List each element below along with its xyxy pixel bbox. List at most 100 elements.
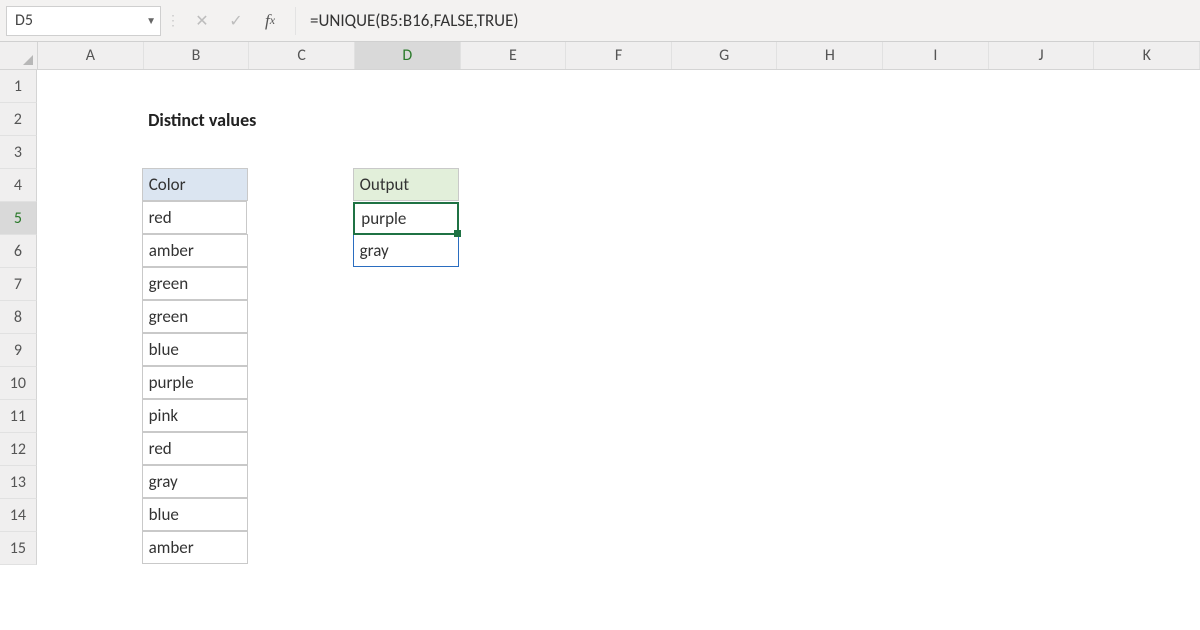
column-header-J[interactable]: J <box>989 42 1095 69</box>
row-header-7[interactable]: 7 <box>0 268 37 301</box>
cell-D3[interactable] <box>354 136 460 169</box>
cell-E3[interactable] <box>460 136 566 169</box>
cell-F5[interactable] <box>565 202 671 235</box>
cell-G13[interactable] <box>671 466 777 499</box>
cell-D6[interactable]: gray <box>353 234 459 267</box>
cell-D4[interactable]: Output <box>353 168 459 201</box>
column-header-G[interactable]: G <box>672 42 778 69</box>
cell-I9[interactable] <box>882 334 988 367</box>
cell-A8[interactable] <box>37 301 143 334</box>
row-header-14[interactable]: 14 <box>0 499 37 532</box>
cell-K12[interactable] <box>1094 433 1200 466</box>
cell-D8[interactable] <box>353 301 459 334</box>
cell-I2[interactable] <box>884 103 989 136</box>
cell-C3[interactable] <box>248 136 354 169</box>
cell-K13[interactable] <box>1094 466 1200 499</box>
column-header-C[interactable]: C <box>249 42 355 69</box>
cancel-icon[interactable]: ✕ <box>185 6 219 36</box>
cell-C13[interactable] <box>248 466 354 499</box>
cell-K7[interactable] <box>1094 268 1200 301</box>
cell-F13[interactable] <box>565 466 671 499</box>
cell-E7[interactable] <box>459 268 565 301</box>
cell-B11[interactable]: pink <box>142 399 248 432</box>
row-header-5[interactable]: 5 <box>0 202 37 235</box>
cell-F10[interactable] <box>565 367 671 400</box>
cell-A13[interactable] <box>37 466 143 499</box>
cell-K1[interactable] <box>1094 70 1200 103</box>
cell-J1[interactable] <box>989 70 1095 103</box>
cell-E14[interactable] <box>459 499 565 532</box>
cell-G5[interactable] <box>671 202 777 235</box>
cell-D10[interactable] <box>353 367 459 400</box>
row-header-2[interactable]: 2 <box>0 103 37 136</box>
cell-K9[interactable] <box>1094 334 1200 367</box>
cell-E12[interactable] <box>459 433 565 466</box>
cell-A9[interactable] <box>37 334 143 367</box>
cell-G4[interactable] <box>670 169 776 202</box>
cell-I12[interactable] <box>882 433 988 466</box>
cell-F6[interactable] <box>565 235 671 268</box>
cell-I6[interactable] <box>882 235 988 268</box>
row-header-15[interactable]: 15 <box>0 532 37 565</box>
cell-G9[interactable] <box>671 334 777 367</box>
cell-C7[interactable] <box>248 268 354 301</box>
row-header-1[interactable]: 1 <box>0 70 37 103</box>
column-header-B[interactable]: B <box>144 42 250 69</box>
row-header-11[interactable]: 11 <box>0 400 37 433</box>
cell-H13[interactable] <box>777 466 883 499</box>
cell-H14[interactable] <box>777 499 883 532</box>
cell-A12[interactable] <box>37 433 143 466</box>
cell-B1[interactable] <box>143 70 249 103</box>
cell-B10[interactable]: purple <box>142 366 248 399</box>
cell-H15[interactable] <box>777 532 883 565</box>
cell-G7[interactable] <box>671 268 777 301</box>
column-header-I[interactable]: I <box>883 42 989 69</box>
row-header-10[interactable]: 10 <box>0 367 37 400</box>
name-box[interactable]: D5 ▼ <box>6 6 161 36</box>
cell-C9[interactable] <box>248 334 354 367</box>
cell-E13[interactable] <box>459 466 565 499</box>
cell-I14[interactable] <box>882 499 988 532</box>
cell-D13[interactable] <box>353 466 459 499</box>
row-header-6[interactable]: 6 <box>0 235 37 268</box>
select-all-corner[interactable] <box>0 42 38 70</box>
cell-K10[interactable] <box>1094 367 1200 400</box>
fill-handle[interactable] <box>454 230 461 237</box>
cell-K3[interactable] <box>1094 136 1200 169</box>
cell-I11[interactable] <box>882 400 988 433</box>
cell-I1[interactable] <box>883 70 989 103</box>
cell-K2[interactable] <box>1095 103 1200 136</box>
column-header-E[interactable]: E <box>461 42 567 69</box>
cell-J3[interactable] <box>989 136 1095 169</box>
row-header-9[interactable]: 9 <box>0 334 37 367</box>
cell-A10[interactable] <box>37 367 143 400</box>
cell-B9[interactable]: blue <box>142 333 248 366</box>
cell-D2[interactable] <box>357 103 462 136</box>
cell-F2[interactable] <box>567 103 672 136</box>
cell-F1[interactable] <box>566 70 672 103</box>
cell-E15[interactable] <box>459 532 565 565</box>
cell-C11[interactable] <box>248 400 354 433</box>
cell-B15[interactable]: amber <box>142 531 248 564</box>
cell-A14[interactable] <box>37 499 143 532</box>
cell-E1[interactable] <box>460 70 566 103</box>
formula-input[interactable]: =UNIQUE(B5:B16,FALSE,TRUE) <box>304 6 1194 36</box>
cell-F15[interactable] <box>565 532 671 565</box>
cell-C15[interactable] <box>248 532 354 565</box>
cell-H3[interactable] <box>777 136 883 169</box>
cell-F3[interactable] <box>566 136 672 169</box>
cell-B2[interactable]: Distinct values <box>142 103 251 136</box>
cell-C5[interactable] <box>247 202 353 235</box>
cell-D11[interactable] <box>353 400 459 433</box>
cell-B5[interactable]: red <box>142 201 248 234</box>
fx-icon[interactable]: fx <box>253 6 287 36</box>
cell-D1[interactable] <box>354 70 460 103</box>
cell-I8[interactable] <box>882 301 988 334</box>
cell-G14[interactable] <box>671 499 777 532</box>
row-header-12[interactable]: 12 <box>0 433 37 466</box>
cell-C2[interactable] <box>251 103 356 136</box>
cell-H2[interactable] <box>778 103 883 136</box>
row-header-8[interactable]: 8 <box>0 301 37 334</box>
cell-I10[interactable] <box>882 367 988 400</box>
cell-K14[interactable] <box>1094 499 1200 532</box>
